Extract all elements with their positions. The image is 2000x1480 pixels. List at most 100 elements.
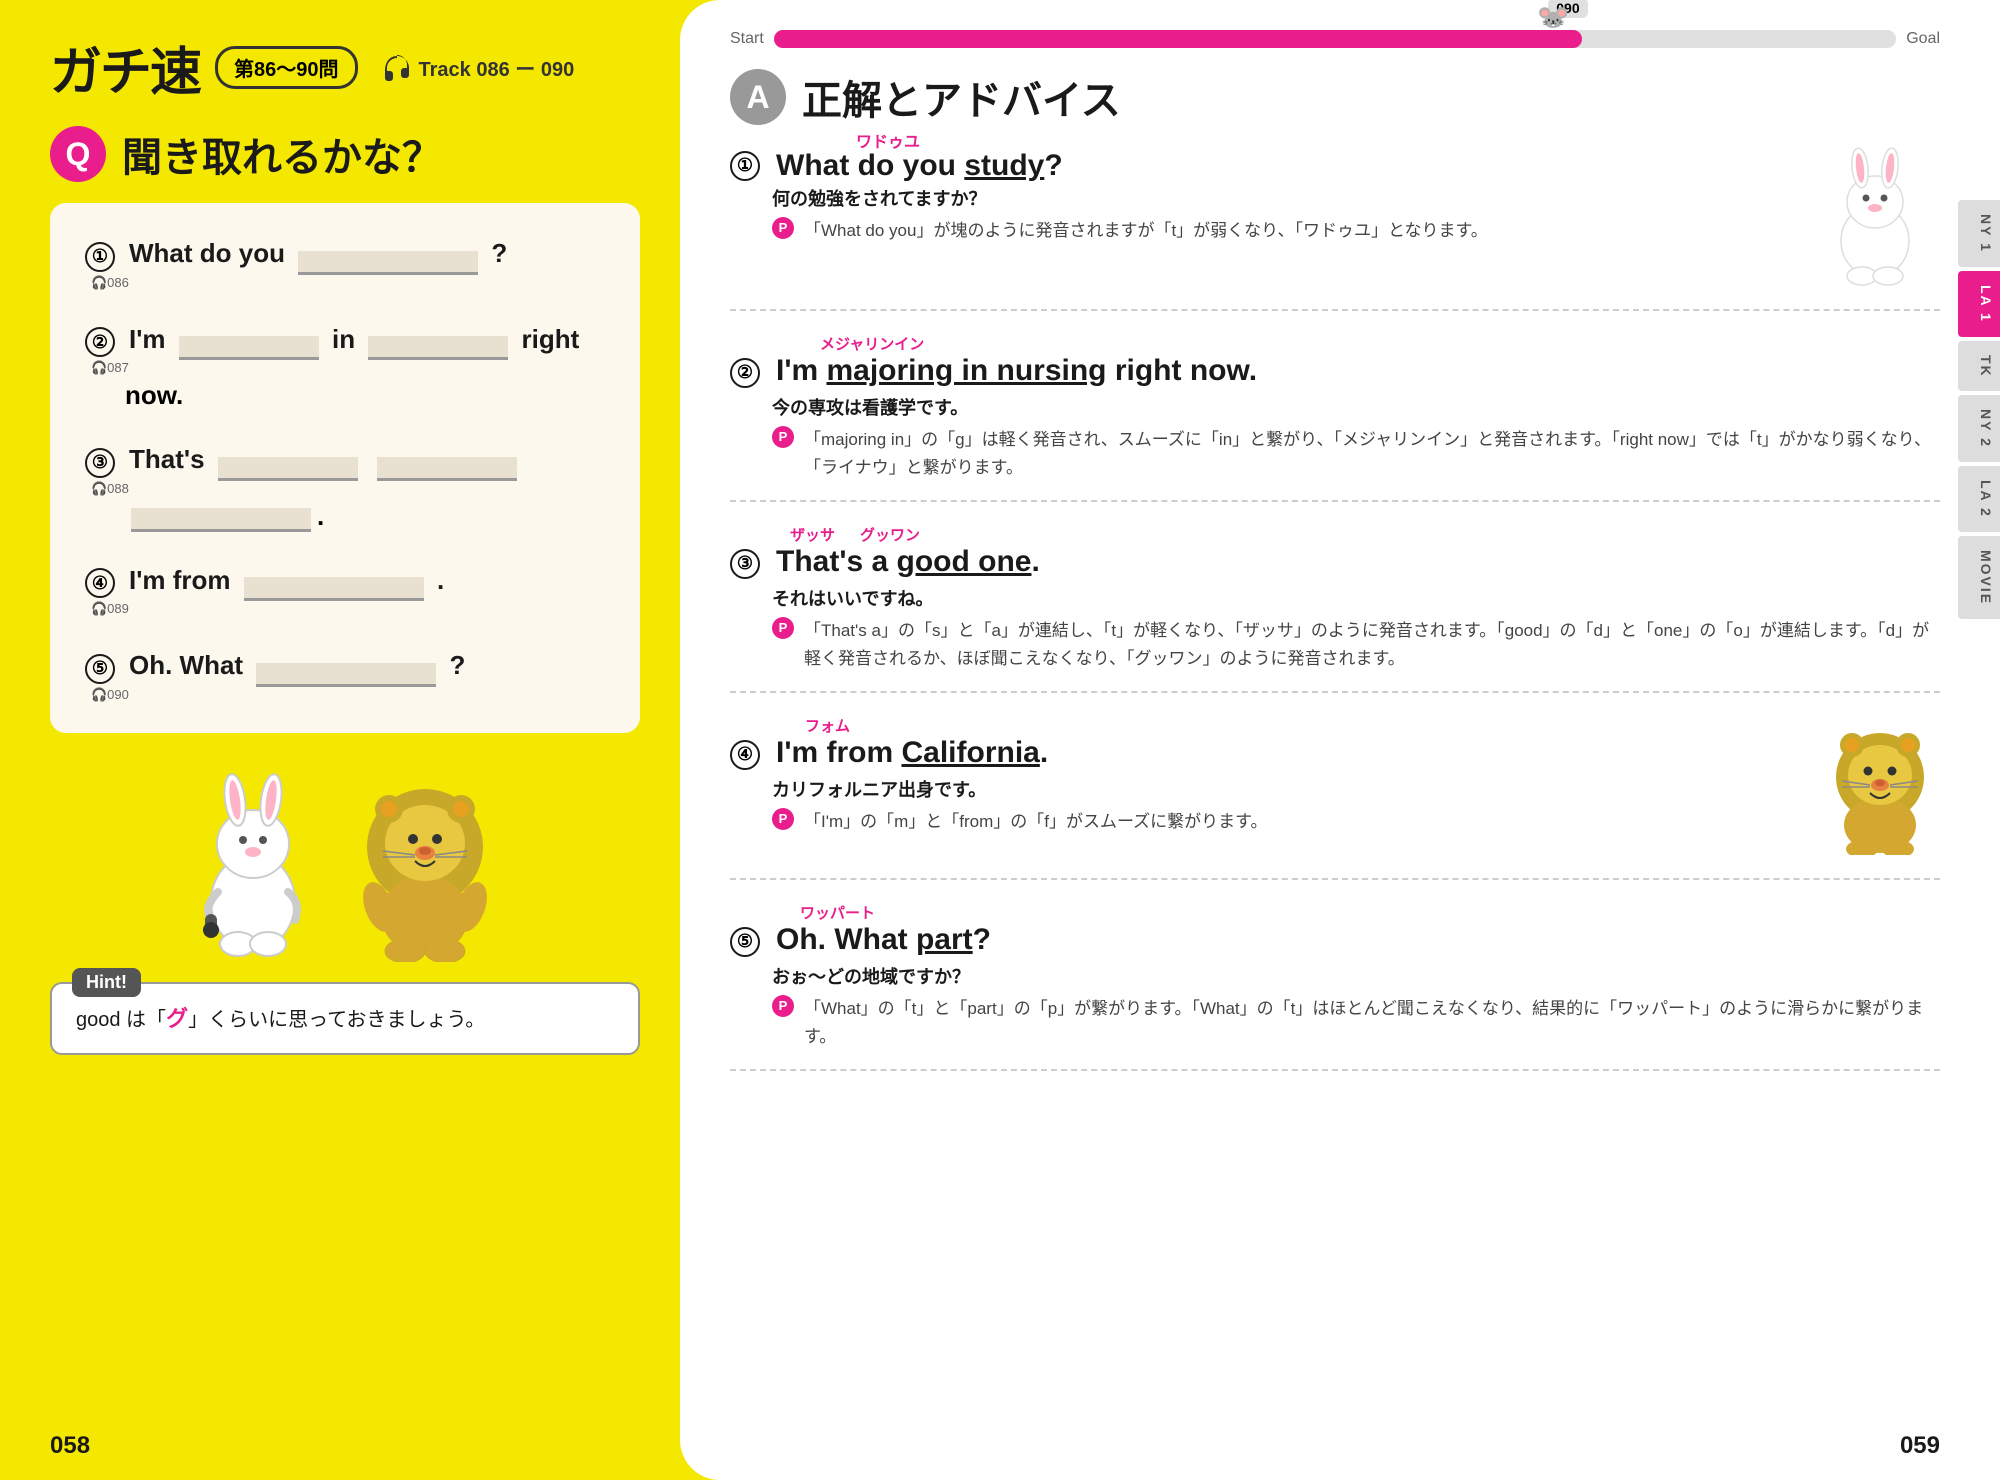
q3-text2: .	[125, 497, 605, 532]
answer5-title-row: ⑤ Oh. What part?	[730, 920, 1940, 963]
answer4-ul: California	[901, 736, 1039, 769]
answer1-title-block: ワドゥユ What do you study?	[776, 146, 1063, 185]
answer4-title-row: ④ I'm from California.	[730, 733, 1800, 776]
question-2: ② I'm in right 🎧087 now.	[85, 319, 605, 412]
answer1-advice: 「What do you」が塊のように発音されますが「t」が弱くなり、「ワドゥユ…	[804, 217, 1488, 245]
answer-2: メジャリンイン ② I'm majoring in nursing right …	[730, 333, 1940, 502]
question-box: ① What do you ? 🎧086 ② I'm in right 🎧087…	[50, 203, 640, 733]
answer2-ul1: majoring in nursing	[826, 354, 1106, 387]
answer1-header: ① ワドゥユ What do you study? 何の勉強をされてますか？ P…	[730, 146, 1940, 291]
answer3-ul: good one	[897, 545, 1032, 578]
page-num-right: 059	[1900, 1432, 1940, 1460]
answer3-phonetic-a: ザッサ	[790, 524, 835, 545]
q1-row: ① What do you ?	[85, 233, 605, 275]
header-left: ガチ速 第86～90問 Track 086 ー 090	[50, 30, 640, 105]
answer1-jp: 何の勉強をされてますか？	[772, 185, 1800, 211]
answer2-title-row: ② I'm majoring in nursing right now.	[730, 351, 1940, 394]
q1-text: What do you ?	[129, 233, 507, 275]
hint-text: good は「グ」くらいに思っておきましょう。	[76, 1002, 614, 1035]
page-num-left: 058	[50, 1432, 90, 1460]
answer4-advice-row: P 「I'm」の「m」と「from」の「f」がスムーズに繋がります。	[772, 808, 1800, 836]
q2-text2: now.	[125, 376, 605, 411]
q4-number: ④	[85, 568, 115, 598]
tab-la2[interactable]: LA 2	[1958, 466, 2000, 532]
q5-blank	[256, 663, 436, 687]
section-q-title-area: Q 聞き取れるかな？	[50, 125, 640, 183]
answer4-main: フォム ④ I'm from California. カリフォルニア出身です。 …	[730, 715, 1800, 836]
q5-row: ⑤ Oh. What ?	[85, 645, 605, 687]
answer1-image	[1820, 146, 1940, 291]
q2-track: 🎧087	[91, 360, 605, 376]
answer1-p-badge: P	[772, 217, 794, 239]
answer4-title: I'm from California.	[776, 733, 1048, 772]
q5-track: 🎧090	[91, 687, 605, 703]
answer2-jp: 今の専攻は看護学です。	[772, 394, 1940, 420]
q5-number: ⑤	[85, 654, 115, 684]
answer5-num: ⑤	[730, 927, 760, 957]
hint-label: Hint!	[72, 968, 141, 997]
q4-text: I'm from .	[129, 560, 444, 602]
progress-goal-label: Goal	[1906, 30, 1940, 48]
question-5: ⑤ Oh. What ? 🎧090	[85, 645, 605, 703]
tab-ny1[interactable]: NY 1	[1958, 200, 2000, 267]
logo-area: ガチ速	[50, 30, 200, 105]
answer3-advice: 「That's a」の「s」と「a」が連結し、「t」が軽くなり、「ザッサ」のよう…	[804, 617, 1940, 673]
q2-number: ②	[85, 327, 115, 357]
answer-3: ザッサ グッワン ③ That's a good one. それはいいですね。 …	[730, 524, 1940, 693]
tab-la1[interactable]: LA 1	[1958, 271, 2000, 337]
answer1-underline: study	[964, 149, 1044, 182]
tab-tk[interactable]: TK	[1958, 341, 2000, 392]
q3-blank2	[377, 457, 517, 481]
answer2-num: ②	[730, 358, 760, 388]
answer2-phonetic: メジャリンイン	[820, 333, 924, 354]
q4-blank	[244, 577, 424, 601]
answer4-num: ④	[730, 740, 760, 770]
q2-row: ② I'm in right	[85, 319, 605, 361]
question-3: ③ That's 🎧088 .	[85, 439, 605, 532]
answer4-jp: カリフォルニア出身です。	[772, 776, 1800, 802]
headphone-icon	[383, 54, 411, 82]
answer4-phonetic: フォム	[805, 715, 850, 736]
progress-fill	[774, 30, 1582, 48]
answer5-jp: おぉ〜どの地域ですか？	[772, 963, 1940, 989]
answer3-num: ③	[730, 549, 760, 579]
q4-row: ④ I'm from .	[85, 560, 605, 602]
q2-text: I'm in right	[129, 319, 579, 361]
q-title-text: 聞き取れるかな？	[122, 125, 442, 183]
q2-blank1	[179, 336, 319, 360]
q4-track: 🎧089	[91, 601, 605, 617]
answer3-title-row: ③ That's a good one.	[730, 542, 1940, 585]
answer4-header: フォム ④ I'm from California. カリフォルニア出身です。 …	[730, 715, 1940, 860]
right-page: Start 090 🐭 Goal A 正解とアドバイス ①	[680, 0, 2000, 1480]
answer-5: ワッパート ⑤ Oh. What part? おぉ〜どの地域ですか？ P 「Wh…	[730, 902, 1940, 1071]
progress-start-label: Start	[730, 30, 764, 48]
q2-blank2	[368, 336, 508, 360]
answer-4: フォム ④ I'm from California. カリフォルニア出身です。 …	[730, 715, 1940, 880]
answer1-main: ① ワドゥユ What do you study? 何の勉強をされてますか？ P…	[730, 146, 1800, 245]
rabbit-answer-icon	[1820, 146, 1930, 286]
answer1-title-row: ① ワドゥユ What do you study?	[730, 146, 1800, 185]
side-tabs-area: NY 1 LA 1 TK NY 2 LA 2 MOVIE	[1958, 200, 2000, 619]
answer2-advice-row: P 「majoring in」の「g」は軽く発音され、スムーズに「in」と繋がり…	[772, 426, 1940, 482]
hint-box: Hint! good は「グ」くらいに思っておきましょう。	[50, 982, 640, 1055]
answer5-advice-row: P 「What」の「t」と「part」の「p」が繋がります。「What」の「t」…	[772, 995, 1940, 1051]
answer5-p-badge: P	[772, 995, 794, 1017]
tab-movie[interactable]: MOVIE	[1958, 536, 2000, 619]
q1-blank	[298, 251, 478, 275]
progress-track: 090 🐭	[774, 30, 1896, 48]
q3-row: ③ That's	[85, 439, 605, 481]
answer3-title: That's a good one.	[776, 542, 1040, 581]
answer1-title: What do you study?	[776, 149, 1063, 182]
answer4-p-badge: P	[772, 808, 794, 830]
q1-track: 🎧086	[91, 275, 605, 291]
q5-text: Oh. What ?	[129, 645, 465, 687]
answer3-jp: それはいいですね。	[772, 585, 1940, 611]
q3-blank1	[218, 457, 358, 481]
a-title-text: 正解とアドバイス	[802, 68, 1121, 126]
answer3-p-badge: P	[772, 617, 794, 639]
answer2-p-badge: P	[772, 426, 794, 448]
tab-ny2[interactable]: NY 2	[1958, 395, 2000, 462]
mascot-area	[50, 767, 640, 962]
hint-highlight: グ	[166, 1006, 188, 1031]
rabbit-mascot	[183, 772, 323, 962]
